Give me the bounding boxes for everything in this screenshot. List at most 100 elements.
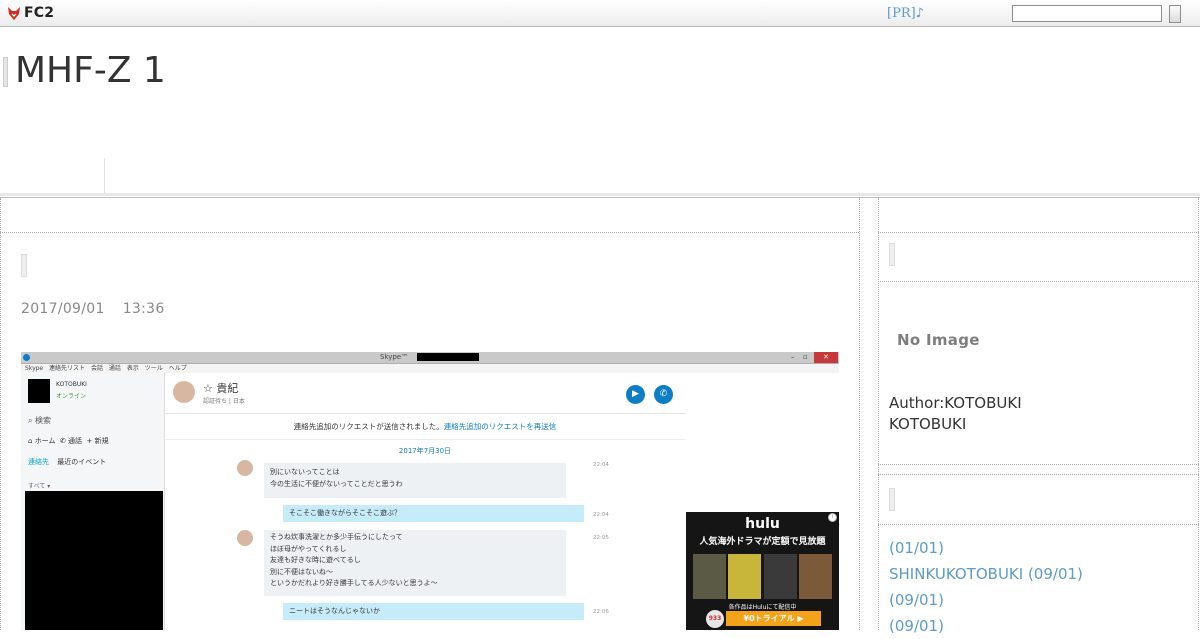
notice-link: 連絡先追加のリクエストを再送信 <box>443 422 557 431</box>
skype-nav-call: 通話 <box>68 437 83 445</box>
sidebar-right-border <box>1198 198 1199 630</box>
chat-date: 2017年7月30日 <box>398 447 452 455</box>
blog-title[interactable]: MHF-Z 1 <box>15 50 166 92</box>
message-line: 別にいないってことは <box>270 468 340 476</box>
recent-entry-link[interactable]: (09/01) <box>889 613 1083 639</box>
chat-message: 別にいないってことは 今の生活に不便がないってことだと思うわ <box>264 463 566 498</box>
skype-menu-item: 連絡先リスト <box>49 365 86 372</box>
maximize-icon: ▫ <box>803 353 808 361</box>
message-time: 22:04 <box>593 512 609 518</box>
chat-message: そうね炊事洗濯とか多少手伝うにしたって ほぼ母がやってくれるし 友達も好きな時に… <box>264 530 566 596</box>
entry-title-bar <box>21 254 27 277</box>
sidebar-top-rule <box>878 232 1199 233</box>
skype-search: ⌕ 検索 <box>28 415 51 426</box>
skype-user-avatar <box>28 379 50 403</box>
poster-image <box>764 554 797 599</box>
author-info: Author:KOTOBUKI KOTOBUKI <box>889 393 1022 435</box>
entry-screenshot-image: Skype™ – ▫ ✕ Skype 連絡先リスト 会話 通話 表示 ツール ヘ… <box>21 352 839 630</box>
skype-tabs: 連絡先 最近のイベント <box>28 457 106 467</box>
skype-menubar: Skype 連絡先リスト 会話 通話 表示 ツール ヘルプ <box>21 364 839 373</box>
chat-message-own: そこそこ働きながらそこそこ遊ぶ？ <box>283 505 584 522</box>
skype-filter: すべて ▾ <box>28 483 51 490</box>
poster-image <box>693 554 726 599</box>
author-label: Author:KOTOBUKI <box>889 394 1022 412</box>
message-line: ニートはそうなんじゃないか <box>289 607 380 615</box>
poster-image <box>728 554 761 599</box>
list-title-bar <box>889 488 895 511</box>
skype-menu-item: ヘルプ <box>168 365 187 372</box>
close-icon: ✕ <box>814 352 838 363</box>
fc2-search-button[interactable] <box>1169 5 1181 23</box>
skype-nav: ⌂ ホーム ✆ 通話 + 新規 <box>28 436 109 446</box>
skype-menu-item: 表示 <box>126 365 139 372</box>
skype-contact-notice: 連絡先追加のリクエストが送信されました。連絡先追加のリクエストを再送信 <box>165 414 685 440</box>
pr-link[interactable]: [PR]♪ <box>887 6 924 21</box>
recent-entry-link[interactable]: SHINKUKOTOBUKI (09/01) <box>889 561 1083 587</box>
fc2-logo-text: FC2 <box>24 5 55 21</box>
message-line: 友達も好きな時に遊べてるし <box>270 556 361 564</box>
nav-divider <box>0 193 1200 196</box>
main-column-left-border <box>0 198 1 630</box>
message-time: 22:06 <box>593 609 609 615</box>
message-time: 22:04 <box>593 462 609 468</box>
plus-icon: + <box>86 437 93 445</box>
list-header-rule <box>878 524 1199 525</box>
hulu-ad-banner: i hulu 人気海外ドラマが定額で見放題 各作品はHuluにて配信中 933円… <box>686 512 839 630</box>
voice-call-icon: ✆ <box>654 385 673 404</box>
skype-menu-item: Skype <box>25 365 44 372</box>
chat-contact-name: ☆ 貴紀 <box>203 382 239 395</box>
minimize-icon: – <box>791 353 795 361</box>
notice-text: 連絡先追加のリクエストが送信されました。 <box>293 422 444 431</box>
profile-header-rule <box>878 281 1199 282</box>
hulu-headline: 人気海外ドラマが定額で見放題 <box>699 537 826 547</box>
skype-window-title: Skype™ <box>380 353 409 361</box>
message-line: そこそこ働きながらそこそこ遊ぶ？ <box>289 509 401 517</box>
hulu-price-badge: 933円 <box>706 610 724 628</box>
fc2-fox-icon <box>8 7 20 20</box>
entry-time: 13:36 <box>122 301 165 317</box>
skype-titlebar: Skype™ – ▫ ✕ <box>21 352 839 364</box>
profile-bottom-rule <box>878 464 1199 465</box>
hulu-logo: hulu <box>745 516 780 532</box>
skype-left-pane: KOTOBUKI オンライン ⌕ 検索 ⌂ ホーム ✆ 通話 + 新規 連絡先 … <box>21 373 165 630</box>
skype-tab-recent: 最近のイベント <box>57 458 107 466</box>
skype-menu-item: ツール <box>144 365 163 372</box>
nav-menu-cell[interactable] <box>0 158 105 193</box>
message-time: 22:05 <box>593 535 609 541</box>
skype-menu-item: 通話 <box>108 365 121 372</box>
main-column-right-border <box>859 198 860 630</box>
profile-title-bar <box>889 243 895 266</box>
message-line: 今の生活に不便がないってことだと思うわ <box>270 480 403 488</box>
chat-contact-sub: 認証待ち | 日本 <box>203 398 245 405</box>
skype-nav-home: ホーム <box>34 437 56 445</box>
message-line: というかだれより好き勝手してる人少ないと思うよ～ <box>270 579 438 587</box>
list-top-rule <box>878 474 1199 475</box>
recent-entry-link[interactable]: (01/01) <box>889 535 1083 561</box>
fc2-header-bar: FC2 [PR]♪ <box>0 0 1200 27</box>
recent-entry-link[interactable]: (09/01) <box>889 587 1083 613</box>
fc2-logo-link[interactable]: FC2 <box>7 4 54 22</box>
message-line: ほぼ母がやってくれるし <box>270 544 347 553</box>
hulu-cta: ¥0トライアル ▶ <box>726 611 821 626</box>
nav-divider-line <box>0 197 1200 198</box>
message-line: 別に不便はないね～ <box>270 567 333 576</box>
message-line: そうね炊事洗濯とか多少手伝うにしたって <box>270 533 403 541</box>
skype-tab-contacts: 連絡先 <box>28 458 49 466</box>
hulu-subline: 各作品はHuluにて配信中 <box>728 604 797 611</box>
chat-message-own: ニートはそうなんじゃないか <box>283 603 584 620</box>
message-avatar <box>237 530 253 546</box>
search-icon: ⌕ <box>28 416 33 425</box>
redacted-block <box>417 353 479 361</box>
skype-user-status: オンライン <box>56 393 87 400</box>
main-top-rule <box>0 232 859 233</box>
no-image-placeholder: No Image <box>897 331 980 349</box>
entry-date: 2017/09/01 <box>21 301 105 317</box>
chat-contact-avatar <box>173 381 195 403</box>
fc2-search-input[interactable] <box>1012 5 1162 22</box>
home-icon: ⌂ <box>28 437 33 445</box>
redacted-contact-list <box>25 491 163 630</box>
entry-datetime: 2017/09/01 13:36 <box>21 301 165 317</box>
recent-entries-list: (01/01) SHINKUKOTOBUKI (09/01) (09/01) (… <box>889 535 1083 639</box>
skype-chat-header: ☆ 貴紀 認証待ち | 日本 ▶ ✆ <box>165 373 685 414</box>
poster-image <box>799 554 832 599</box>
